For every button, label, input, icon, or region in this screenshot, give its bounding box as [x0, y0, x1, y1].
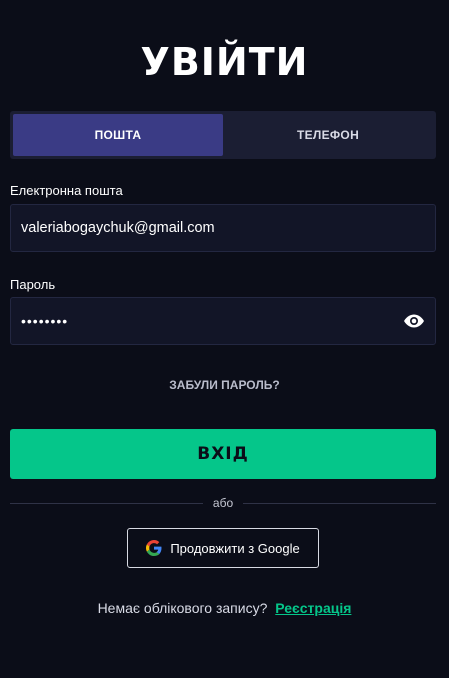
signup-prompt: Немає облікового запису? Реєстрація [0, 600, 449, 616]
email-label: Електронна пошта [10, 183, 123, 198]
google-login-label: Продовжити з Google [170, 540, 300, 556]
divider-line-right [243, 502, 437, 504]
forgot-password-link[interactable]: ЗАБУЛИ ПАРОЛЬ? [0, 378, 449, 392]
login-button[interactable]: ВХІД [10, 429, 436, 479]
tab-email[interactable]: ПОШТА [13, 114, 223, 156]
page-title: УВІЙТИ [140, 40, 309, 84]
password-label: Пароль [10, 277, 56, 292]
signup-link[interactable]: Реєстрація [275, 600, 351, 616]
divider-label: або [212, 496, 234, 510]
google-icon [146, 540, 162, 556]
or-divider: або [10, 495, 437, 511]
tab-phone[interactable]: ТЕЛЕФОН [223, 114, 433, 156]
email-field[interactable] [21, 220, 425, 236]
login-method-tabs: ПОШТА ТЕЛЕФОН [10, 111, 436, 159]
email-field-container [10, 204, 436, 252]
signup-prompt-text: Немає облікового запису? [97, 600, 268, 616]
google-login-button[interactable]: Продовжити з Google [127, 528, 319, 568]
password-field[interactable]: •••••••• [10, 297, 436, 345]
divider-line-left [10, 502, 203, 504]
password-value: •••••••• [21, 313, 69, 329]
eye-icon[interactable] [403, 310, 425, 332]
